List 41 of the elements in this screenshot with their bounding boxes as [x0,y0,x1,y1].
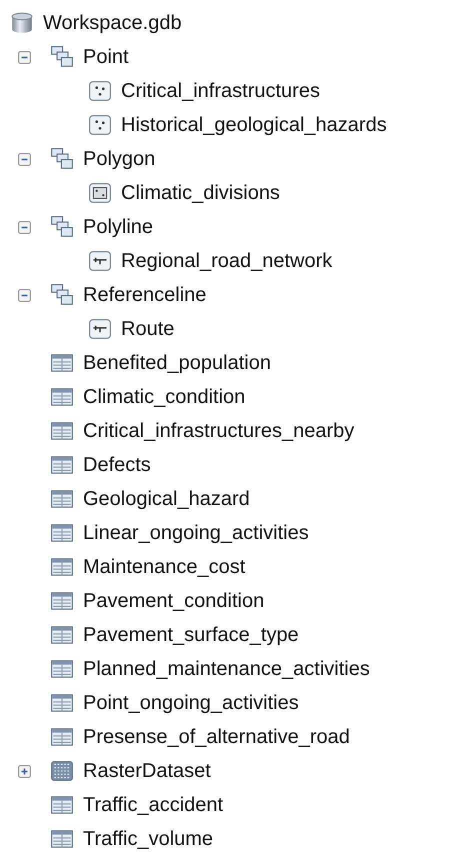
tree-item-label[interactable]: Geological_hazard [83,488,250,510]
tree-item-label[interactable]: Critical_infrastructures_nearby [83,420,354,442]
database-icon [10,11,34,35]
tree-item-label[interactable]: Pavement_surface_type [83,624,299,646]
tree-item-label[interactable]: RasterDataset [83,760,211,782]
expand-icon[interactable] [18,764,31,778]
tree-item-label[interactable]: Defects [83,454,151,476]
collapse-icon[interactable] [18,152,31,166]
stacked-squares-icon [50,283,74,307]
tree-item-label[interactable]: Historical_geological_hazards [121,114,387,136]
stacked-squares-icon [50,215,74,239]
tree-item-label[interactable]: Climatic_condition [83,386,246,408]
collapse-icon[interactable] [18,220,31,234]
stacked-squares-icon [50,147,74,171]
tree-item-label[interactable]: Planned_maintenance_activities [83,658,370,680]
tree-item-label[interactable]: Climatic_divisions [121,182,280,204]
tree-item-label[interactable]: Regional_road_network [121,250,332,272]
tree-item-label[interactable]: Maintenance_cost [83,556,246,578]
line-layer-icon [88,249,112,273]
polygon-layer-icon [88,181,112,205]
point-layer-icon [88,79,112,103]
point-layer-icon [88,113,112,137]
tree-item-label[interactable]: Referenceline [83,284,206,306]
collapse-icon[interactable] [18,288,31,302]
tree-item-label[interactable]: Workspace.gdb [43,12,182,34]
tree-item-label[interactable]: Benefited_population [83,352,271,374]
grid-icon [50,759,74,783]
tree-item-label[interactable]: Presense_of_alternative_road [83,726,350,748]
tree-item-label[interactable]: Point_ongoing_activities [83,692,299,714]
tree-item-label[interactable]: Pavement_condition [83,590,264,612]
collapse-icon[interactable] [18,50,31,64]
tree-item-label[interactable]: Traffic_volume [83,828,214,850]
tree-item-label[interactable]: Polyline [83,216,154,238]
tree-item-label[interactable]: Polygon [83,148,156,170]
tree-item-label[interactable]: Point [83,46,129,68]
tree-item-label[interactable]: Linear_ongoing_activities [83,522,309,544]
tree-item-label[interactable]: Critical_infrastructures [121,80,320,102]
line-layer-icon [88,317,112,341]
tree-item-label[interactable]: Traffic_accident [83,794,224,816]
tree-item-label[interactable]: Route [121,318,174,340]
stacked-squares-icon [50,45,74,69]
